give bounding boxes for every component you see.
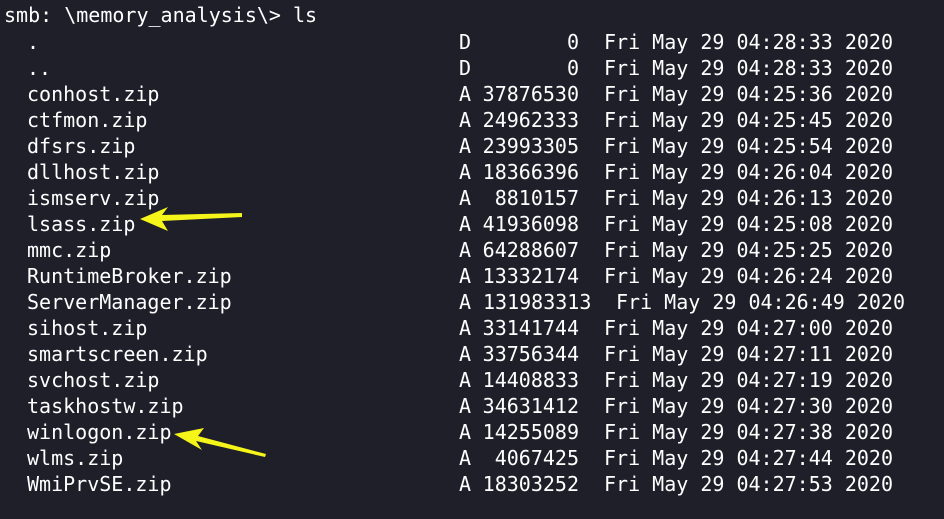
list-item: lsass.zip A 41936098 Fri May 29 04:25:08 20… [0, 211, 944, 237]
file-size: 14408833 [482, 368, 579, 392]
file-attribute: A [459, 342, 472, 366]
file-date: Fri May 29 04:25:45 2020 [604, 108, 893, 132]
file-attribute: A [459, 212, 472, 236]
file-attribute: A [459, 108, 472, 132]
file-date: Fri May 29 04:27:11 2020 [604, 342, 893, 366]
list-item: winlogon.zip A 14255089 Fri May 29 04:27:38… [0, 419, 944, 445]
file-date: Fri May 29 04:26:13 2020 [604, 186, 893, 210]
file-name: dfsrs.zip [27, 134, 136, 158]
file-name: wlms.zip [27, 446, 124, 470]
file-name: svchost.zip [27, 368, 160, 392]
file-attribute: A [459, 264, 472, 288]
file-date: Fri May 29 04:27:00 2020 [604, 316, 893, 340]
list-item: . D 0 Fri May 29 04:28:33 2020 [0, 29, 944, 55]
file-name: mmc.zip [27, 238, 112, 262]
file-date: Fri May 29 04:26:24 2020 [604, 264, 893, 288]
list-item: dllhost.zip A 18366396 Fri May 29 04:26:04 … [0, 159, 944, 185]
file-size: 64288607 [482, 238, 579, 262]
file-size: 13332174 [482, 264, 579, 288]
list-item: sihost.zip A 33141744 Fri May 29 04:27:00 2… [0, 315, 944, 341]
file-size: 34631412 [482, 394, 579, 418]
file-size: 37876530 [482, 82, 579, 106]
file-date: Fri May 29 04:28:33 2020 [604, 30, 893, 54]
file-attribute: A [459, 394, 472, 418]
file-size: 18366396 [482, 160, 579, 184]
list-item: mmc.zip A 64288607 Fri May 29 04:25:25 2020 [0, 237, 944, 263]
file-attribute: D [459, 56, 472, 80]
file-size: 131983313 [483, 290, 592, 314]
file-name: WmiPrvSE.zip [27, 472, 172, 496]
file-date: Fri May 29 04:27:19 2020 [604, 368, 893, 392]
file-name: ctfmon.zip [27, 108, 148, 132]
file-name: conhost.zip [27, 82, 160, 106]
list-item: taskhostw.zip A 34631412 Fri May 29 04:27:3… [0, 393, 944, 419]
file-date: Fri May 29 04:27:44 2020 [604, 446, 893, 470]
file-date: Fri May 29 04:25:36 2020 [604, 82, 893, 106]
file-attribute: A [459, 134, 472, 158]
file-size: 0 [566, 30, 579, 54]
file-name: smartscreen.zip [27, 342, 208, 366]
list-item: WmiPrvSE.zip A 18303252 Fri May 29 04:27:53… [0, 471, 944, 497]
file-attribute: A [459, 368, 472, 392]
list-item: smartscreen.zip A 33756344 Fri May 29 04:27… [0, 341, 944, 367]
file-name: . [27, 30, 40, 54]
file-date: Fri May 29 04:26:49 2020 [616, 290, 905, 314]
file-attribute: A [459, 186, 472, 210]
list-item: dfsrs.zip A 23993305 Fri May 29 04:25:54 20… [0, 133, 944, 159]
file-attribute: A [459, 160, 472, 184]
file-date: Fri May 29 04:27:38 2020 [604, 420, 893, 444]
file-name: sihost.zip [27, 316, 148, 340]
file-name: lsass.zip [27, 212, 136, 236]
file-attribute: A [459, 472, 472, 496]
file-name: winlogon.zip [27, 420, 172, 444]
file-name: ismserv.zip [27, 186, 160, 210]
file-name: ServerManager.zip [27, 290, 232, 314]
file-size: 41936098 [482, 212, 579, 236]
command-prompt: smb: \memory_analysis\> ls [4, 3, 318, 27]
list-item: ctfmon.zip A 24962333 Fri May 29 04:25:45 2… [0, 107, 944, 133]
list-item: ServerManager.zip A 131983313 Fri May 29 04… [0, 289, 944, 315]
file-attribute: A [459, 446, 472, 470]
file-size: 8810157 [494, 186, 579, 210]
list-item: wlms.zip A 4067425 Fri May 29 04:27:44 2020 [0, 445, 944, 471]
list-item: .. D 0 Fri May 29 04:28:33 2020 [0, 55, 944, 81]
file-attribute: D [459, 30, 472, 54]
file-size: 23993305 [482, 134, 579, 158]
list-item: ismserv.zip A 8810157 Fri May 29 04:26:13 2… [0, 185, 944, 211]
file-size: 14255089 [482, 420, 579, 444]
file-name: .. [27, 56, 52, 80]
file-date: Fri May 29 04:25:54 2020 [604, 134, 893, 158]
file-name: RuntimeBroker.zip [27, 264, 232, 288]
file-date: Fri May 29 04:26:04 2020 [604, 160, 893, 184]
file-date: Fri May 29 04:27:30 2020 [604, 394, 893, 418]
file-size: 4067425 [494, 446, 579, 470]
file-name: taskhostw.zip [27, 394, 184, 418]
list-item: RuntimeBroker.zip A 13332174 Fri May 29 04:… [0, 263, 944, 289]
list-item: svchost.zip A 14408833 Fri May 29 04:27:19 … [0, 367, 944, 393]
file-date: Fri May 29 04:28:33 2020 [604, 56, 893, 80]
list-item: conhost.zip A 37876530 Fri May 29 04:25:36 … [0, 81, 944, 107]
file-name: dllhost.zip [27, 160, 160, 184]
file-size: 24962333 [482, 108, 579, 132]
file-attribute: A [459, 316, 472, 340]
file-size: 33141744 [482, 316, 579, 340]
file-date: Fri May 29 04:25:25 2020 [604, 238, 893, 262]
file-size: 0 [566, 56, 579, 80]
file-attribute: A [459, 82, 472, 106]
file-size: 18303252 [482, 472, 579, 496]
file-date: Fri May 29 04:25:08 2020 [604, 212, 893, 236]
file-size: 33756344 [482, 342, 579, 366]
file-date: Fri May 29 04:27:53 2020 [604, 472, 893, 496]
terminal-window[interactable]: smb: \memory_analysis\> ls . D 0 Fri May 29… [0, 0, 944, 519]
file-attribute: A [459, 290, 472, 314]
file-attribute: A [459, 420, 472, 444]
file-attribute: A [459, 238, 472, 262]
